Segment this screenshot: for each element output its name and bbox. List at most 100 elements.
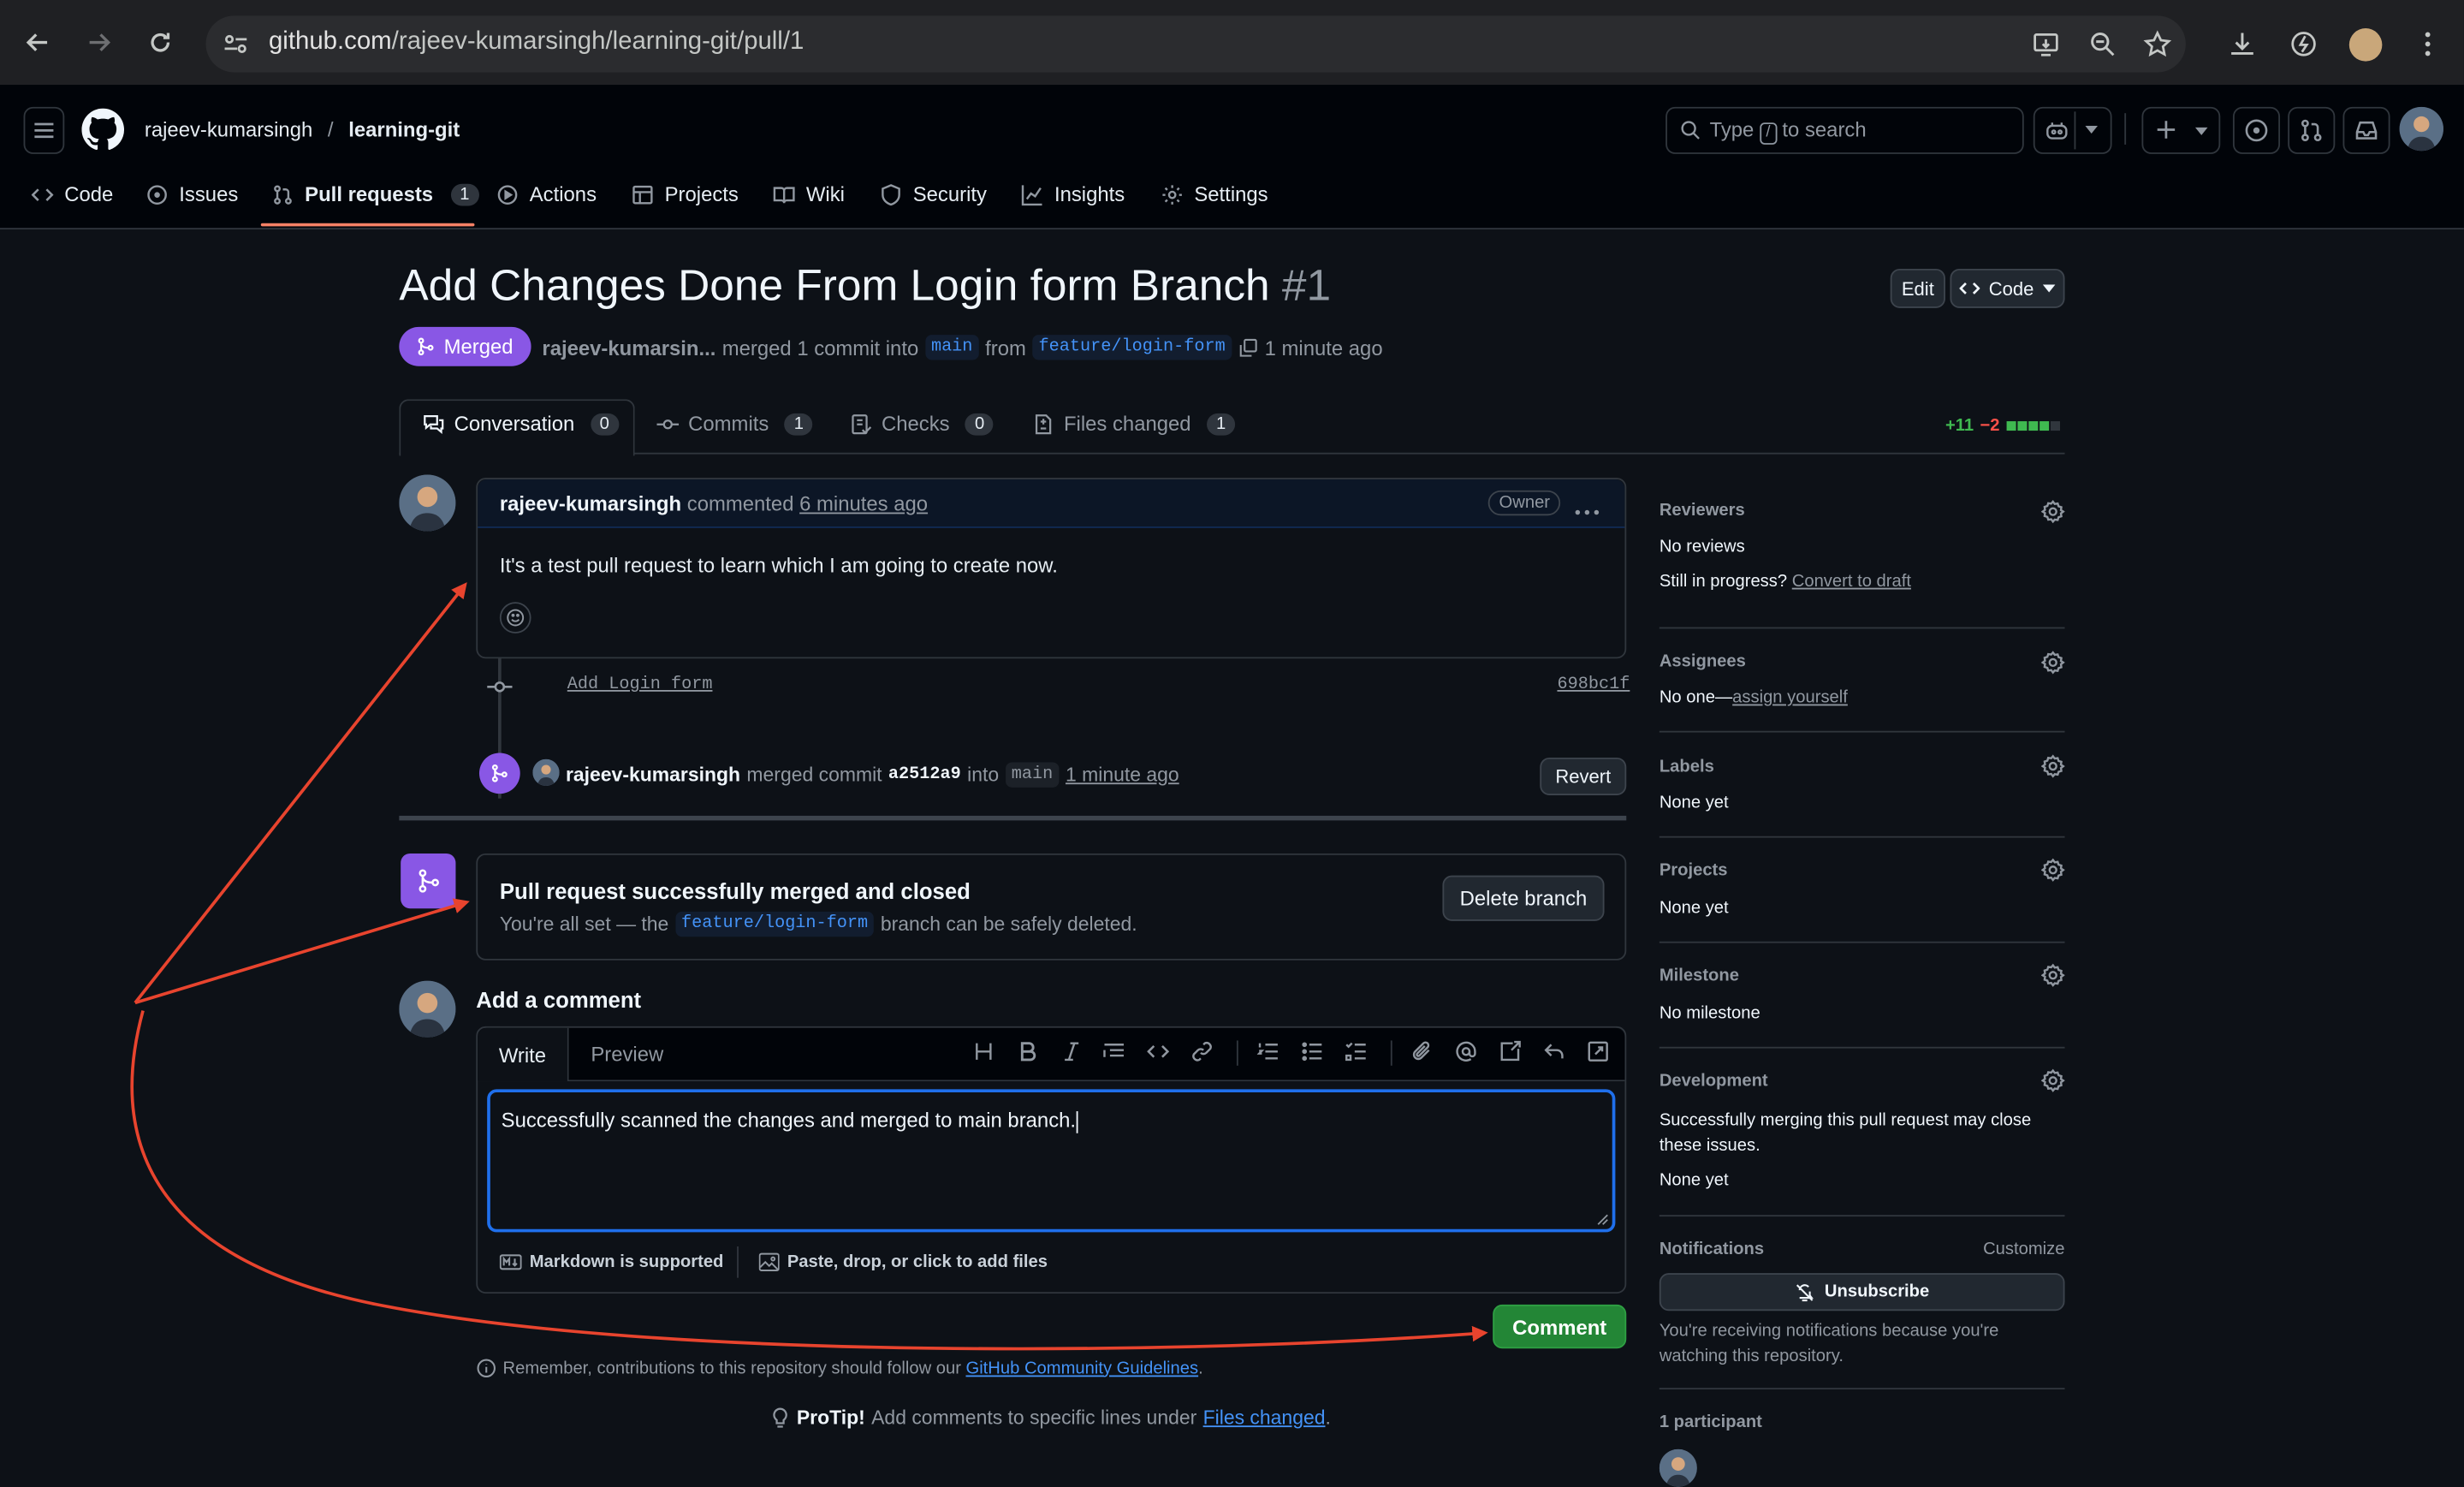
pulls-shortcut-button[interactable] bbox=[2288, 106, 2336, 154]
protip-files-changed-link[interactable]: Files changed bbox=[1203, 1407, 1326, 1429]
projects-heading[interactable]: Projects bbox=[1659, 861, 1728, 880]
tab-files-changed[interactable]: Files changed 1 bbox=[1032, 412, 1236, 436]
base-branch-label[interactable]: main bbox=[924, 335, 979, 360]
repo-name-link[interactable]: learning-git bbox=[348, 118, 460, 142]
comment-submit-button[interactable]: Comment bbox=[1493, 1304, 1627, 1349]
nav-actions[interactable]: Actions bbox=[496, 182, 597, 206]
issues-shortcut-button[interactable] bbox=[2232, 106, 2281, 154]
assignees-heading[interactable]: Assignees bbox=[1659, 652, 1746, 671]
copy-icon[interactable] bbox=[1238, 337, 1258, 358]
customize-link[interactable]: Customize bbox=[1983, 1240, 2064, 1259]
numbered-list-icon[interactable] bbox=[1256, 1040, 1279, 1070]
merged-box-branch[interactable]: feature/login-form bbox=[674, 911, 875, 937]
more-vertical-icon[interactable] bbox=[2417, 30, 2439, 66]
nav-issues[interactable]: Issues bbox=[146, 182, 238, 206]
comment-author-link[interactable]: rajeev-kumarsingh bbox=[500, 492, 681, 516]
write-tab[interactable]: Write bbox=[478, 1027, 569, 1082]
browser-toolbar: github.com/rajeev-kumarsingh/learning-gi… bbox=[0, 0, 2464, 86]
merge-author-link[interactable]: rajeev-kumarsingh bbox=[566, 764, 740, 786]
delete-branch-button[interactable]: Delete branch bbox=[1442, 875, 1605, 921]
cross-reference-icon[interactable] bbox=[1499, 1040, 1522, 1070]
development-gear-icon[interactable] bbox=[2040, 1068, 2065, 1100]
nav-insights[interactable]: Insights bbox=[1021, 182, 1125, 206]
user-avatar[interactable] bbox=[2399, 106, 2443, 152]
reviewers-gear-icon[interactable] bbox=[2040, 499, 2065, 532]
nav-pull-requests[interactable]: Pull requests 1 bbox=[272, 182, 479, 206]
menu-button[interactable] bbox=[23, 106, 65, 154]
create-new-button[interactable] bbox=[2141, 106, 2221, 154]
assignees-gear-icon[interactable] bbox=[2040, 651, 2065, 682]
heading-icon[interactable] bbox=[972, 1040, 995, 1070]
resize-handle-icon[interactable] bbox=[1596, 1213, 1609, 1226]
tab-commits[interactable]: Commits 1 bbox=[656, 412, 813, 436]
development-heading[interactable]: Development bbox=[1659, 1072, 1768, 1091]
nav-settings[interactable]: Settings bbox=[1161, 182, 1268, 206]
extension-icon[interactable] bbox=[2289, 30, 2318, 66]
bold-icon[interactable] bbox=[1017, 1040, 1039, 1070]
site-info-icon[interactable] bbox=[222, 30, 250, 66]
download-icon[interactable] bbox=[2228, 30, 2256, 66]
search-input[interactable]: Type / to search bbox=[1665, 106, 2024, 154]
reviewers-heading[interactable]: Reviewers bbox=[1659, 502, 1745, 520]
repo-owner-link[interactable]: rajeev-kumarsingh bbox=[145, 118, 312, 142]
paperclip-icon[interactable] bbox=[1411, 1040, 1434, 1070]
pr-author-link[interactable]: rajeev-kumarsin... bbox=[542, 336, 715, 360]
milestone-gear-icon[interactable] bbox=[2040, 963, 2065, 995]
back-arrow-icon[interactable] bbox=[25, 30, 50, 63]
quote-icon[interactable] bbox=[1103, 1040, 1125, 1070]
head-branch-label[interactable]: feature/login-form bbox=[1032, 335, 1232, 360]
comment-textarea[interactable]: Successfully scanned the changes and mer… bbox=[487, 1089, 1616, 1233]
reply-icon[interactable] bbox=[1543, 1040, 1565, 1070]
markdown-note[interactable]: Markdown is supported bbox=[499, 1252, 723, 1271]
bookmark-star-icon[interactable] bbox=[2143, 30, 2172, 66]
attach-files-note[interactable]: Paste, drop, or click to add files bbox=[758, 1252, 1048, 1271]
guidelines-link[interactable]: GitHub Community Guidelines bbox=[965, 1359, 1198, 1377]
code-icon[interactable] bbox=[1147, 1040, 1170, 1070]
merge-branch-label[interactable]: main bbox=[1005, 762, 1060, 788]
comment-time-link[interactable]: 6 minutes ago bbox=[799, 492, 928, 516]
projects-gear-icon[interactable] bbox=[2040, 858, 2065, 889]
tab-checks[interactable]: Checks 0 bbox=[850, 412, 995, 436]
comment-author-avatar[interactable] bbox=[399, 474, 456, 532]
current-user-avatar[interactable] bbox=[399, 980, 456, 1038]
task-list-icon[interactable] bbox=[1345, 1040, 1368, 1070]
participant-avatar[interactable] bbox=[1659, 1448, 1697, 1487]
revert-button[interactable]: Revert bbox=[1540, 757, 1627, 796]
protip-label: ProTip! bbox=[796, 1407, 865, 1429]
zoom-icon[interactable] bbox=[2088, 30, 2117, 66]
link-icon[interactable] bbox=[1191, 1040, 1214, 1070]
forward-arrow-icon[interactable] bbox=[86, 30, 111, 63]
github-logo-icon[interactable] bbox=[81, 108, 125, 159]
nav-wiki[interactable]: Wiki bbox=[773, 182, 845, 206]
kebab-horizontal-icon[interactable] bbox=[1575, 497, 1600, 525]
nav-projects[interactable]: Projects bbox=[632, 182, 739, 206]
nav-code[interactable]: Code bbox=[31, 182, 113, 206]
labels-heading[interactable]: Labels bbox=[1659, 758, 1714, 776]
italic-icon[interactable] bbox=[1060, 1040, 1083, 1070]
nav-security[interactable]: Security bbox=[880, 182, 987, 206]
code-dropdown-button[interactable]: Code bbox=[1950, 268, 2065, 308]
commit-message-link[interactable]: Add Login form bbox=[567, 675, 713, 694]
install-app-icon[interactable] bbox=[2032, 30, 2060, 66]
fullscreen-icon[interactable] bbox=[1587, 1040, 1609, 1070]
inbox-button[interactable] bbox=[2342, 106, 2390, 154]
unsubscribe-button[interactable]: Unsubscribe bbox=[1659, 1273, 2065, 1312]
merge-time-link[interactable]: 1 minute ago bbox=[1066, 764, 1179, 786]
merge-author-avatar[interactable] bbox=[532, 758, 560, 786]
browser-profile-avatar[interactable] bbox=[2348, 28, 2383, 62]
merge-commit-sha[interactable]: a2512a9 bbox=[888, 765, 961, 784]
convert-to-draft-link[interactable]: Convert to draft bbox=[1792, 572, 1911, 591]
commit-sha-link[interactable]: 698bc1f bbox=[1557, 675, 1630, 694]
labels-gear-icon[interactable] bbox=[2040, 754, 2065, 786]
edit-title-button[interactable]: Edit bbox=[1890, 268, 1945, 308]
search-shortcut-key: / bbox=[1759, 122, 1777, 145]
assign-yourself-link[interactable]: assign yourself bbox=[1732, 688, 1848, 707]
mention-icon[interactable] bbox=[1455, 1040, 1477, 1070]
tab-conversation[interactable]: Conversation 0 bbox=[423, 412, 619, 436]
copilot-button[interactable] bbox=[2033, 106, 2112, 154]
preview-tab[interactable]: Preview bbox=[591, 1042, 663, 1066]
add-reaction-button[interactable] bbox=[499, 602, 531, 633]
milestone-heading[interactable]: Milestone bbox=[1659, 967, 1739, 985]
reload-icon[interactable] bbox=[148, 30, 173, 63]
bulleted-list-icon[interactable] bbox=[1301, 1040, 1323, 1070]
